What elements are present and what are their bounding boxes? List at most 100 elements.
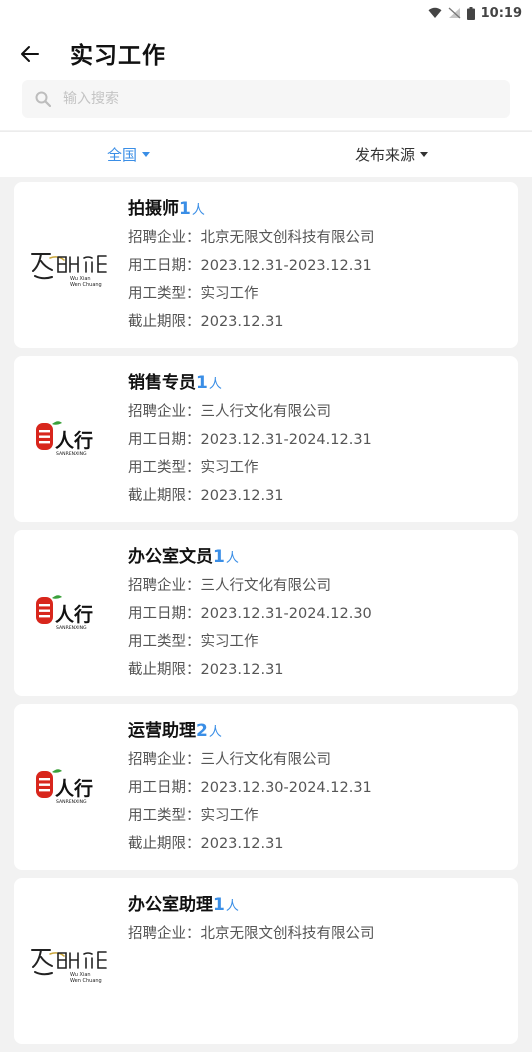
job-type-row: 用工类型：实习工作 (128, 454, 372, 482)
job-deadline-value: 2023.12.31 (200, 662, 284, 678)
job-headcount-unit: 人 (208, 377, 222, 392)
arrow-left-icon (21, 46, 39, 62)
job-dates-value: 2023.12.30-2024.12.31 (200, 780, 372, 796)
job-company-value: 三人行文化有限公司 (200, 752, 332, 768)
job-title-text: 销售专员 (128, 373, 196, 393)
job-company-row: 招聘企业：三人行文化有限公司 (128, 398, 372, 426)
app-header: 10:19 实习工作 (0, 0, 532, 130)
field-label: 用工日期： (128, 258, 201, 274)
job-title-text: 办公室文员 (128, 547, 213, 567)
job-title: 办公室助理1人 (128, 892, 375, 920)
job-card[interactable]: 人行 SANRENXING 办公室文员1人 招聘企业：三人行文化有限公司 用工日期：20… (14, 530, 518, 696)
job-title-text: 办公室助理 (128, 895, 213, 915)
logo-text: 人行 (55, 603, 93, 626)
job-title-text: 拍摄师 (128, 199, 179, 219)
job-deadline-value: 2023.12.31 (200, 314, 284, 330)
job-info: 办公室助理1人 招聘企业：北京无限文创科技有限公司 (128, 892, 375, 948)
field-label: 招聘企业： (128, 578, 201, 594)
field-label: 用工日期： (128, 606, 201, 622)
no-signal-icon (448, 7, 461, 19)
job-title: 运营助理2人 (128, 718, 372, 746)
search-bar[interactable] (22, 80, 510, 118)
job-card[interactable]: Wu Xian Wen Chuang 拍摄师1人 招聘企业：北京无限文创科技有限公司用… (14, 182, 518, 348)
logo-subtext: Wen Chuang (70, 282, 102, 288)
job-dates-value: 2023.12.31-2024.12.30 (200, 606, 372, 622)
company-logo: Wu Xian Wen Chuang (28, 936, 118, 986)
job-title-text: 运营助理 (128, 721, 196, 741)
job-company-value: 三人行文化有限公司 (200, 578, 332, 594)
job-dates-value: 2023.12.31-2024.12.31 (200, 432, 372, 448)
field-label: 用工类型： (128, 460, 201, 476)
job-headcount: 1 (213, 547, 225, 567)
logo-subtext: SANRENXING (56, 451, 87, 457)
field-label: 用工类型： (128, 808, 201, 824)
job-list: Wu Xian Wen Chuang 拍摄师1人 招聘企业：北京无限文创科技有限公司用… (14, 182, 518, 1052)
field-label: 招聘企业： (128, 752, 201, 768)
job-deadline-row: 截止期限：2023.12.31 (128, 830, 372, 858)
job-company-value: 北京无限文创科技有限公司 (200, 230, 375, 246)
field-label: 用工类型： (128, 286, 201, 302)
job-company-row: 招聘企业：三人行文化有限公司 (128, 746, 372, 774)
job-info: 办公室文员1人 招聘企业：三人行文化有限公司 用工日期：2023.12.31-202… (128, 544, 372, 684)
company-logo: 人行 SANRENXING (28, 588, 118, 638)
job-headcount-unit: 人 (225, 551, 239, 566)
job-company-row: 招聘企业：北京无限文创科技有限公司 (128, 224, 375, 252)
job-deadline-row: 截止期限：2023.12.31 (128, 482, 372, 510)
job-deadline-row: 截止期限：2023.12.31 (128, 656, 372, 684)
job-headcount-unit: 人 (225, 899, 239, 914)
field-label: 截止期限： (128, 662, 201, 678)
job-headcount-unit: 人 (208, 725, 222, 740)
job-title: 拍摄师1人 (128, 196, 375, 224)
job-info: 拍摄师1人 招聘企业：北京无限文创科技有限公司 用工日期：2023.12.31-20… (128, 196, 375, 336)
field-label: 截止期限： (128, 488, 201, 504)
job-dates-value: 2023.12.31-2023.12.31 (200, 258, 372, 274)
filter-bar: 全国 发布来源 (0, 131, 532, 177)
job-company-row: 招聘企业：三人行文化有限公司 (128, 572, 372, 600)
job-company-value: 三人行文化有限公司 (200, 404, 332, 420)
job-dates-row: 用工日期：2023.12.31-2024.12.30 (128, 600, 372, 628)
job-dates-row: 用工日期：2023.12.31-2024.12.31 (128, 426, 372, 454)
battery-icon (466, 6, 475, 20)
job-headcount: 1 (213, 895, 225, 915)
field-label: 招聘企业： (128, 230, 201, 246)
search-input[interactable] (61, 90, 465, 108)
logo-subtext: SANRENXING (56, 625, 87, 631)
field-label: 截止期限： (128, 836, 201, 852)
job-title: 销售专员1人 (128, 370, 372, 398)
field-label: 用工日期： (128, 432, 201, 448)
job-company-row: 招聘企业：北京无限文创科技有限公司 (128, 920, 375, 948)
job-type-value: 实习工作 (200, 460, 259, 476)
job-deadline-value: 2023.12.31 (200, 488, 284, 504)
search-icon (35, 91, 51, 107)
wifi-icon (428, 7, 442, 18)
job-type-value: 实习工作 (200, 286, 259, 302)
field-label: 招聘企业： (128, 926, 201, 942)
source-filter-dropdown[interactable]: 发布来源 (355, 132, 429, 177)
region-filter-dropdown[interactable]: 全国 (107, 132, 151, 177)
source-filter-label: 发布来源 (355, 146, 416, 164)
caret-down-icon (420, 152, 429, 157)
job-headcount: 2 (196, 721, 208, 741)
job-info: 销售专员1人 招聘企业：三人行文化有限公司 用工日期：2023.12.31-2024… (128, 370, 372, 510)
job-type-value: 实习工作 (200, 808, 259, 824)
back-button[interactable] (16, 40, 44, 68)
job-type-row: 用工类型：实习工作 (128, 628, 372, 656)
job-type-value: 实习工作 (200, 634, 259, 650)
job-deadline-row: 截止期限：2023.12.31 (128, 308, 375, 336)
job-deadline-value: 2023.12.31 (200, 836, 284, 852)
job-title: 办公室文员1人 (128, 544, 372, 572)
caret-down-icon (142, 152, 151, 157)
logo-text: 人行 (55, 429, 93, 452)
job-headcount: 1 (179, 199, 191, 219)
company-logo: 人行 SANRENXING (28, 414, 118, 464)
job-card[interactable]: 人行 SANRENXING 运营助理2人 招聘企业：三人行文化有限公司 用工日期：202… (14, 704, 518, 870)
job-company-value: 北京无限文创科技有限公司 (200, 926, 375, 942)
status-bar: 10:19 (428, 2, 522, 24)
field-label: 招聘企业： (128, 404, 201, 420)
logo-subtext: Wen Chuang (70, 978, 102, 984)
logo-text: 人行 (55, 777, 93, 800)
job-type-row: 用工类型：实习工作 (128, 802, 372, 830)
job-card[interactable]: Wu Xian Wen Chuang 办公室助理1人 招聘企业：北京无限文创科技有限公… (14, 878, 518, 1044)
job-card[interactable]: 人行 SANRENXING 销售专员1人 招聘企业：三人行文化有限公司 用工日期：202… (14, 356, 518, 522)
field-label: 用工类型： (128, 634, 201, 650)
